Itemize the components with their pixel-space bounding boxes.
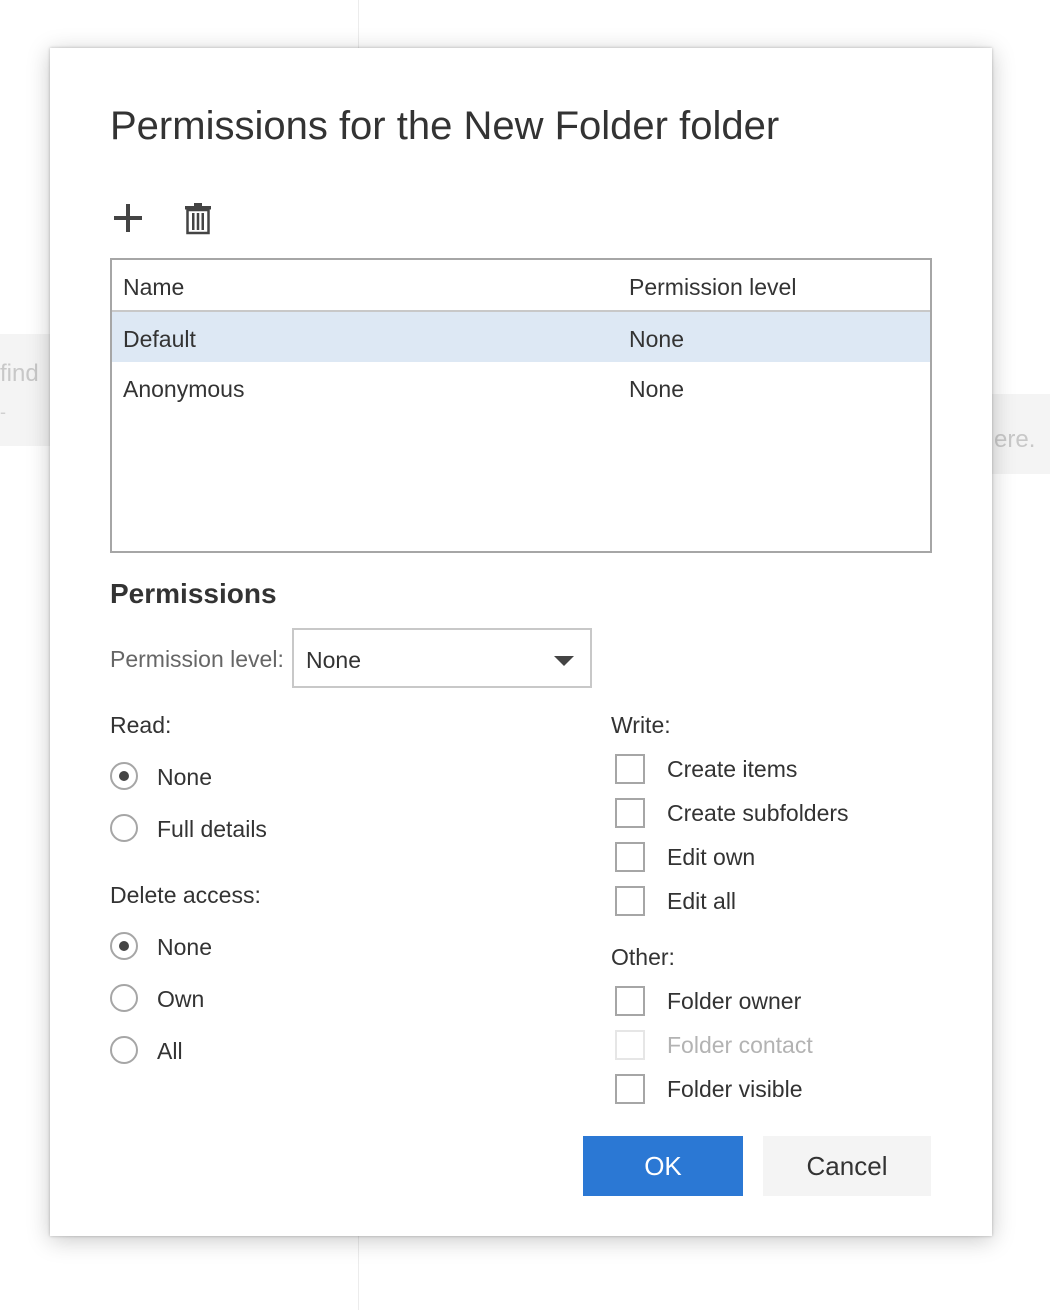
background-right-hint: ere.: [994, 426, 1036, 453]
checkbox-icon[interactable]: [615, 842, 645, 872]
checkbox-icon[interactable]: [615, 798, 645, 828]
checkbox-icon[interactable]: [615, 986, 645, 1016]
checkbox-icon[interactable]: [615, 754, 645, 784]
table-cell-level: None: [629, 376, 684, 402]
checkbox-label: Create items: [667, 756, 798, 782]
permission-level-label: Permission level:: [110, 646, 284, 672]
radio-label: None: [157, 934, 212, 960]
permissions-table: Name Permission level Default None Anony…: [110, 258, 932, 553]
radio-selected-icon[interactable]: [110, 932, 138, 960]
checkbox-label: Folder contact: [667, 1032, 813, 1058]
chevron-down-icon: [554, 656, 574, 666]
radio-icon[interactable]: [110, 984, 138, 1012]
plus-icon[interactable]: [110, 200, 146, 236]
radio-selected-icon[interactable]: [110, 762, 138, 790]
checkbox-icon[interactable]: [615, 1074, 645, 1104]
other-label: Other:: [611, 944, 675, 970]
ok-button[interactable]: OK: [583, 1136, 743, 1196]
table-cell-name: Default: [123, 326, 196, 352]
table-row-default[interactable]: Default None: [112, 312, 930, 362]
checkbox-label: Edit all: [667, 888, 737, 914]
checkbox-icon[interactable]: [615, 886, 645, 916]
table-row-anonymous[interactable]: Anonymous None: [112, 362, 930, 412]
checkbox-label: Edit own: [667, 844, 756, 870]
checkbox-label: Create subfolders: [667, 800, 849, 826]
radio-icon[interactable]: [110, 1036, 138, 1064]
checkbox-label: Folder owner: [667, 988, 802, 1014]
checkbox-label: Folder visible: [667, 1076, 803, 1102]
radio-label: Own: [157, 986, 205, 1012]
cancel-button[interactable]: Cancel: [763, 1136, 931, 1196]
background-left-hint-2: -: [0, 402, 6, 422]
checkbox-icon: [615, 1030, 645, 1060]
permissions-heading: Permissions: [110, 578, 277, 609]
column-header-permission-level[interactable]: Permission level: [629, 274, 796, 301]
background-left-hint: find: [0, 360, 39, 387]
table-cell-level: None: [629, 326, 684, 352]
radio-label: All: [157, 1038, 183, 1064]
radio-icon[interactable]: [110, 814, 138, 842]
read-label: Read:: [110, 712, 172, 738]
radio-label: Full details: [157, 816, 267, 842]
column-header-name[interactable]: Name: [123, 274, 184, 301]
dialog-title: Permissions for the New Folder folder: [110, 104, 780, 148]
permissions-dialog: Permissions for the New Folder folder Na…: [50, 48, 992, 1236]
radio-label: None: [157, 764, 212, 790]
write-label: Write:: [611, 712, 671, 738]
trash-icon[interactable]: [180, 200, 216, 236]
delete-access-label: Delete access:: [110, 882, 261, 908]
table-cell-name: Anonymous: [123, 376, 245, 402]
permission-level-value: None: [306, 647, 361, 673]
permission-level-select[interactable]: None: [292, 628, 592, 688]
table-header: Name Permission level: [112, 260, 930, 312]
